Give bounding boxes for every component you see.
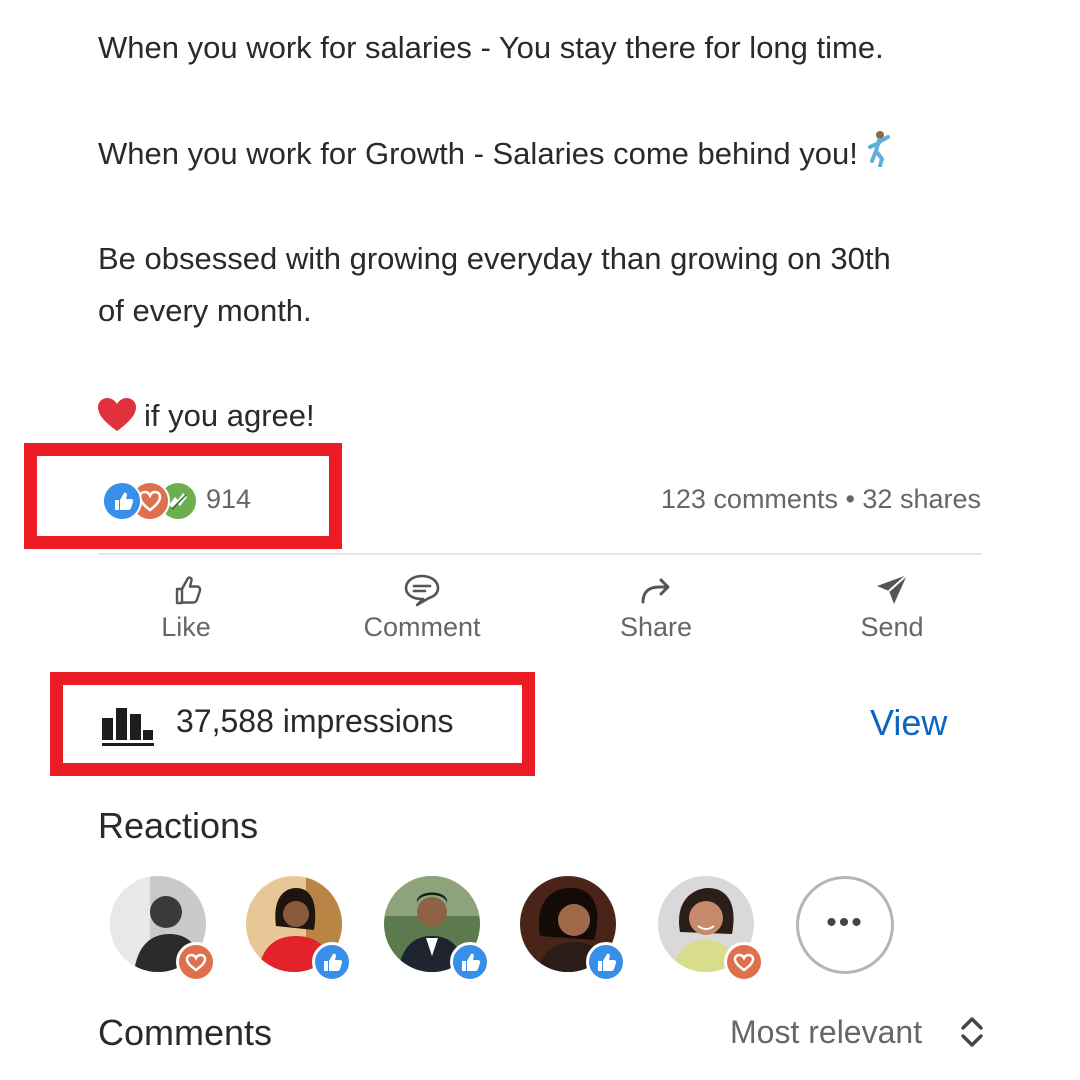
like-button[interactable]: Like bbox=[96, 572, 276, 643]
reactions-heading: Reactions bbox=[98, 805, 259, 846]
comment-icon bbox=[332, 572, 512, 608]
avatar[interactable] bbox=[246, 876, 352, 982]
post-line-4: if you agree! bbox=[98, 390, 998, 442]
post-line-2: When you work for Growth - Salaries come… bbox=[98, 128, 998, 183]
sort-dropdown[interactable]: Most relevant bbox=[730, 1014, 922, 1051]
comment-label: Comment bbox=[363, 612, 481, 642]
highlight-box-impressions bbox=[50, 672, 535, 776]
divider bbox=[98, 553, 982, 555]
share-label: Share bbox=[619, 612, 693, 642]
like-badge-icon bbox=[586, 942, 626, 982]
reaction-icons[interactable] bbox=[102, 481, 202, 521]
sort-chevrons-icon[interactable] bbox=[958, 1014, 986, 1055]
share-arrow-icon bbox=[566, 572, 746, 608]
avatar[interactable] bbox=[110, 876, 216, 982]
view-analytics-link[interactable]: View bbox=[870, 702, 947, 744]
comment-button[interactable]: Comment bbox=[332, 572, 512, 643]
dancing-person-icon bbox=[864, 129, 894, 183]
send-button[interactable]: Send bbox=[802, 572, 982, 643]
love-badge-icon bbox=[176, 942, 216, 982]
like-label: Like bbox=[161, 612, 211, 642]
more-reactions-button[interactable]: ••• bbox=[796, 876, 894, 974]
like-reaction-icon bbox=[102, 481, 142, 521]
avatar[interactable] bbox=[520, 876, 626, 982]
like-badge-icon bbox=[312, 942, 352, 982]
comments-shares-count[interactable]: 123 comments • 32 shares bbox=[661, 484, 981, 515]
comments-heading: Comments bbox=[98, 1012, 273, 1053]
avatar[interactable] bbox=[658, 876, 764, 982]
avatar[interactable] bbox=[384, 876, 490, 982]
share-button[interactable]: Share bbox=[566, 572, 746, 643]
like-badge-icon bbox=[450, 942, 490, 982]
love-badge-icon bbox=[724, 942, 764, 982]
send-label: Send bbox=[860, 612, 924, 642]
post-line-3: Be obsessed with growing everyday than g… bbox=[98, 241, 891, 328]
red-heart-icon bbox=[98, 396, 136, 431]
send-icon bbox=[802, 572, 982, 608]
thumbs-up-icon bbox=[96, 572, 276, 608]
post-line-1: When you work for salaries - You stay th… bbox=[98, 30, 884, 65]
